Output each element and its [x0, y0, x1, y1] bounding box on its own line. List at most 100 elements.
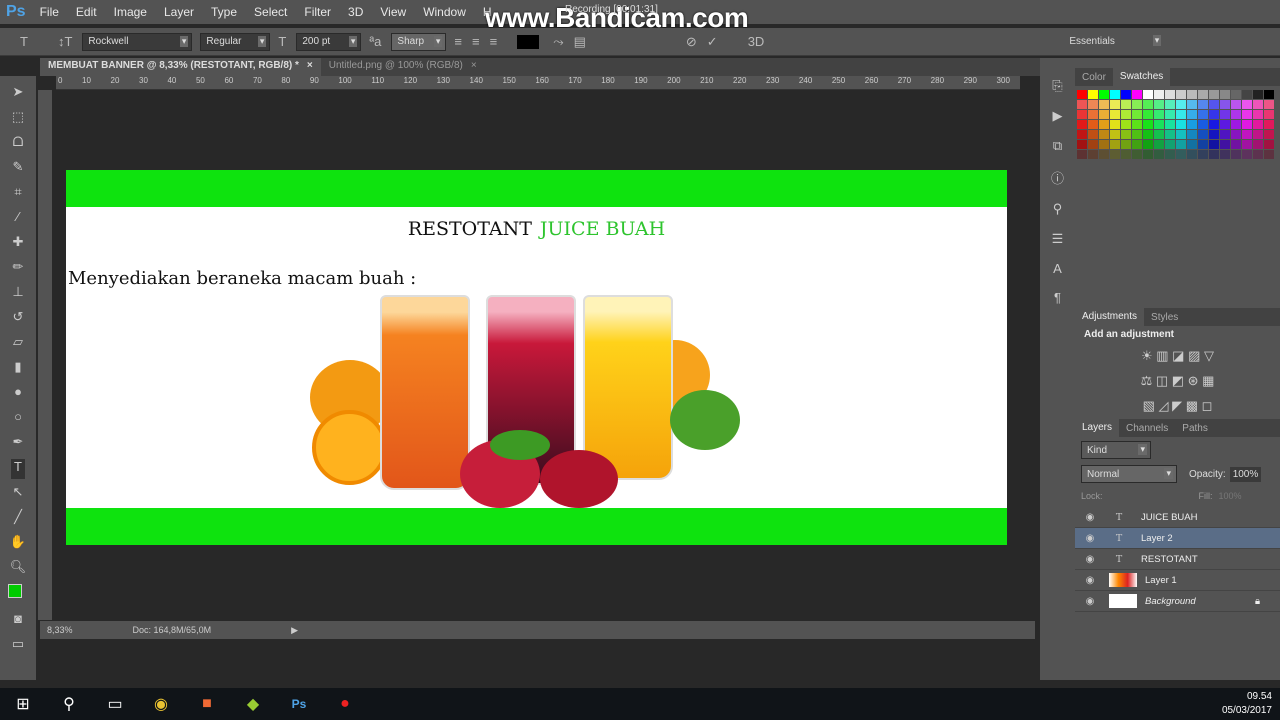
chrome-icon[interactable]: ◉ [138, 694, 184, 714]
menu-layer[interactable]: Layer [164, 5, 194, 19]
banner-canvas[interactable]: RESTOTANT JUICE BUAH Menyediakan beraneka… [66, 170, 1007, 545]
type-tool-icon[interactable]: T [20, 34, 28, 49]
menu-filter[interactable]: Filter [304, 5, 331, 19]
tab-layers[interactable]: Layers [1075, 419, 1120, 437]
font-size-select[interactable]: 200 pt [296, 32, 362, 51]
tab-color[interactable]: Color [1075, 72, 1113, 83]
start-icon[interactable]: ⊞ [0, 694, 46, 714]
quick-select-tool-icon[interactable]: ✎ [13, 159, 24, 179]
history-brush-icon[interactable]: ↺ [13, 309, 24, 329]
close-icon[interactable]: × [307, 60, 313, 71]
bandicam-icon[interactable]: ● [322, 695, 368, 713]
crop-tool-icon[interactable]: ⌗ [14, 184, 21, 204]
workspace-select[interactable]: Essentials [1064, 32, 1165, 51]
menu-type[interactable]: Type [211, 5, 237, 19]
tab-adjustments[interactable]: Adjustments [1075, 308, 1145, 326]
info-icon[interactable]: ⓘ [1051, 168, 1064, 187]
status-arrow-icon[interactable]: ▶ [291, 625, 298, 636]
marquee-tool-icon[interactable]: ⬚ [12, 109, 24, 129]
blend-mode-select[interactable]: Normal [1081, 465, 1177, 483]
properties-icon[interactable]: ☰ [1052, 231, 1064, 247]
zoom-level[interactable]: 8,33% [47, 625, 73, 635]
visibility-eye-icon[interactable]: ◉ [1075, 575, 1105, 586]
visibility-eye-icon[interactable]: ◉ [1075, 533, 1105, 544]
font-family-select[interactable]: Rockwell [82, 32, 193, 51]
actions-play-icon[interactable]: ▶ [1053, 108, 1063, 124]
menu-image[interactable]: Image [114, 5, 147, 19]
commit-icon[interactable]: ✓ [707, 34, 718, 50]
color-swatches[interactable] [6, 584, 30, 606]
layer-row[interactable]: ◉ T Layer 2 [1075, 528, 1280, 549]
layer-row[interactable]: ◉ Layer 1 [1075, 570, 1280, 591]
antialias-select[interactable]: Sharp [391, 32, 447, 51]
character-panel-icon[interactable]: ▤ [574, 34, 586, 50]
search-icon[interactable]: ⚲ [46, 694, 92, 714]
adjustment-icons[interactable]: ☀ ▥ ◪ ▨ ▽ ⚖ ◫ ◩ ⊛ ▦ ▧ ◿ ◤ ▩ ◻ [1075, 343, 1280, 419]
opacity-input[interactable]: 100% [1229, 466, 1262, 482]
app-icon[interactable]: ■ [184, 695, 230, 713]
blur-tool-icon[interactable]: ● [14, 384, 22, 404]
tab-channels[interactable]: Channels [1119, 423, 1175, 434]
cancel-icon[interactable]: ⊘ [686, 34, 697, 50]
font-style-select[interactable]: Regular [200, 32, 271, 51]
history-icon[interactable]: ⎘ [1052, 78, 1062, 94]
dodge-tool-icon[interactable]: ○ [14, 409, 22, 429]
fill-input[interactable]: 100% [1219, 491, 1242, 501]
menu-select[interactable]: Select [254, 5, 287, 19]
character-icon[interactable]: A [1053, 261, 1062, 276]
menu-edit[interactable]: Edit [76, 5, 97, 19]
visibility-eye-icon[interactable]: ◉ [1075, 554, 1105, 565]
text-color-swatch[interactable] [517, 34, 540, 49]
3d-icon[interactable]: 3D [748, 34, 765, 49]
ruler-tick: 210 [700, 76, 714, 85]
folder-icon[interactable]: ◆ [230, 694, 276, 714]
line-tool-icon[interactable]: ╱ [14, 509, 22, 529]
close-icon[interactable]: × [471, 60, 477, 71]
gradient-tool-icon[interactable]: ▮ [14, 359, 21, 379]
eyedropper-tool-icon[interactable]: ⁄ [17, 209, 19, 229]
layer-comps-icon[interactable]: ⧉ [1053, 138, 1062, 154]
healing-tool-icon[interactable]: ✚ [13, 234, 24, 254]
layer-name: Layer 2 [1141, 532, 1173, 544]
paragraph-icon[interactable]: ¶ [1054, 290, 1061, 305]
hand-tool-icon[interactable]: ✋ [10, 534, 26, 554]
document-tab[interactable]: MEMBUAT BANNER @ 8,33% (RESTOTANT, RGB/8… [40, 58, 321, 76]
menu-3d[interactable]: 3D [348, 5, 363, 19]
type-tool-icon[interactable]: T [11, 459, 25, 479]
eraser-tool-icon[interactable]: ▱ [13, 334, 23, 354]
system-clock[interactable]: 09.54 05/03/2017 [1222, 690, 1272, 718]
document-tab[interactable]: Untitled.png @ 100% (RGB/8) × [321, 58, 485, 76]
layer-filter-kind[interactable]: Kind [1081, 441, 1151, 459]
brush-tool-icon[interactable]: ✏ [13, 259, 24, 279]
quick-mask-icon[interactable]: ◙ [14, 611, 22, 631]
align-right-icon[interactable]: ≡ [490, 34, 498, 49]
zoom-tool-icon[interactable]: 🔍︎ [10, 559, 27, 579]
ruler-tick: 280 [930, 76, 945, 85]
screen-mode-icon[interactable]: ▭ [12, 636, 24, 656]
stamp-tool-icon[interactable]: ⊥ [12, 284, 23, 304]
layer-row[interactable]: ◉ T RESTOTANT [1075, 549, 1280, 570]
layer-row[interactable]: ◉ Background 🔒︎ [1075, 591, 1280, 612]
layer-row[interactable]: ◉ T JUICE BUAH [1075, 507, 1280, 528]
move-tool-icon[interactable]: ➤ [13, 84, 24, 104]
tab-styles[interactable]: Styles [1144, 312, 1185, 323]
ruler-tick: 230 [765, 76, 780, 85]
path-select-icon[interactable]: ↖ [13, 484, 24, 504]
brush-presets-icon[interactable]: ⚲ [1053, 201, 1063, 217]
menu-window[interactable]: Window [423, 5, 466, 19]
align-center-icon[interactable]: ≡ [472, 34, 480, 49]
pen-tool-icon[interactable]: ✒ [13, 434, 24, 454]
tab-swatches[interactable]: Swatches [1112, 68, 1171, 86]
menu-view[interactable]: View [380, 5, 406, 19]
warp-text-icon[interactable]: ⤳ [553, 34, 563, 50]
swatches-grid[interactable] [1075, 86, 1280, 163]
align-left-icon[interactable]: ≡ [454, 34, 462, 49]
visibility-eye-icon[interactable]: ◉ [1075, 512, 1105, 523]
menu-file[interactable]: File [40, 5, 59, 19]
task-view-icon[interactable]: ▭ [92, 694, 138, 714]
visibility-eye-icon[interactable]: ◉ [1075, 596, 1105, 607]
photoshop-taskbar-icon[interactable]: Ps [276, 697, 322, 711]
toggle-orientation-icon[interactable]: ↕T [58, 34, 72, 49]
lasso-tool-icon[interactable]: ᗝ [13, 134, 24, 154]
tab-paths[interactable]: Paths [1175, 423, 1215, 434]
